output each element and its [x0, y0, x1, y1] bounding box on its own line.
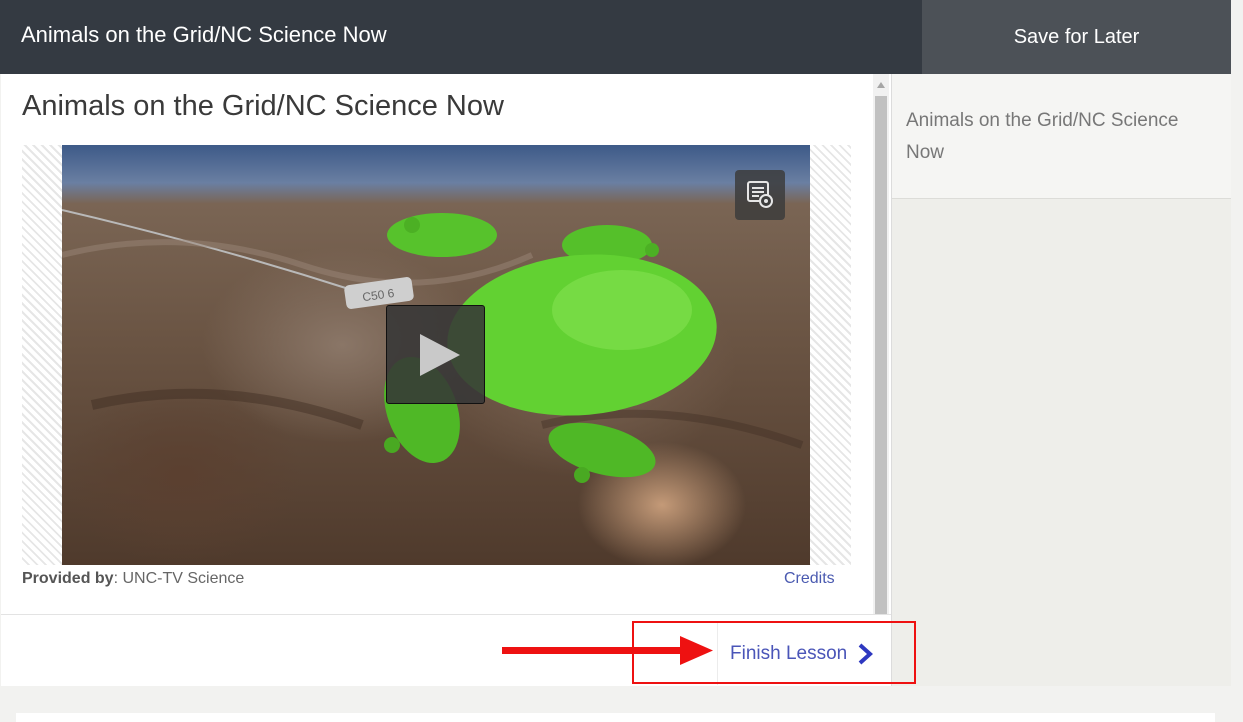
sidebar-item-lesson[interactable]: Animals on the Grid/NC Science Now	[892, 74, 1231, 199]
top-bar: Animals on the Grid/NC Science Now Save …	[0, 0, 1231, 74]
transcript-button[interactable]	[735, 170, 785, 220]
scroll-up-icon[interactable]	[877, 82, 885, 88]
scroll-thumb[interactable]	[875, 96, 887, 614]
provider-name: : UNC-TV Science	[113, 570, 245, 587]
save-for-later-button[interactable]: Save for Later	[922, 0, 1231, 74]
annotation-arrow-icon	[502, 636, 713, 665]
credits-link[interactable]: Credits	[784, 570, 835, 588]
transcript-icon	[747, 181, 773, 208]
sidebar: Animals on the Grid/NC Science Now	[892, 74, 1231, 686]
video-container: C50 6	[22, 145, 851, 565]
lesson-title: Animals on the Grid/NC Science Now	[21, 22, 387, 47]
footer-divider	[1, 614, 891, 615]
video-player[interactable]: C50 6	[62, 145, 810, 565]
scrollbar[interactable]	[873, 74, 889, 614]
provided-by-label: Provided by	[22, 570, 114, 587]
provided-by: Provided by: UNC-TV Science	[22, 570, 244, 588]
lesson-content-panel: Animals on the Grid/NC Science Now C50 6	[1, 74, 892, 686]
play-button[interactable]	[386, 305, 485, 404]
bottom-panel-edge	[16, 713, 1215, 722]
content-title: Animals on the Grid/NC Science Now	[22, 90, 504, 122]
play-icon	[420, 334, 460, 376]
